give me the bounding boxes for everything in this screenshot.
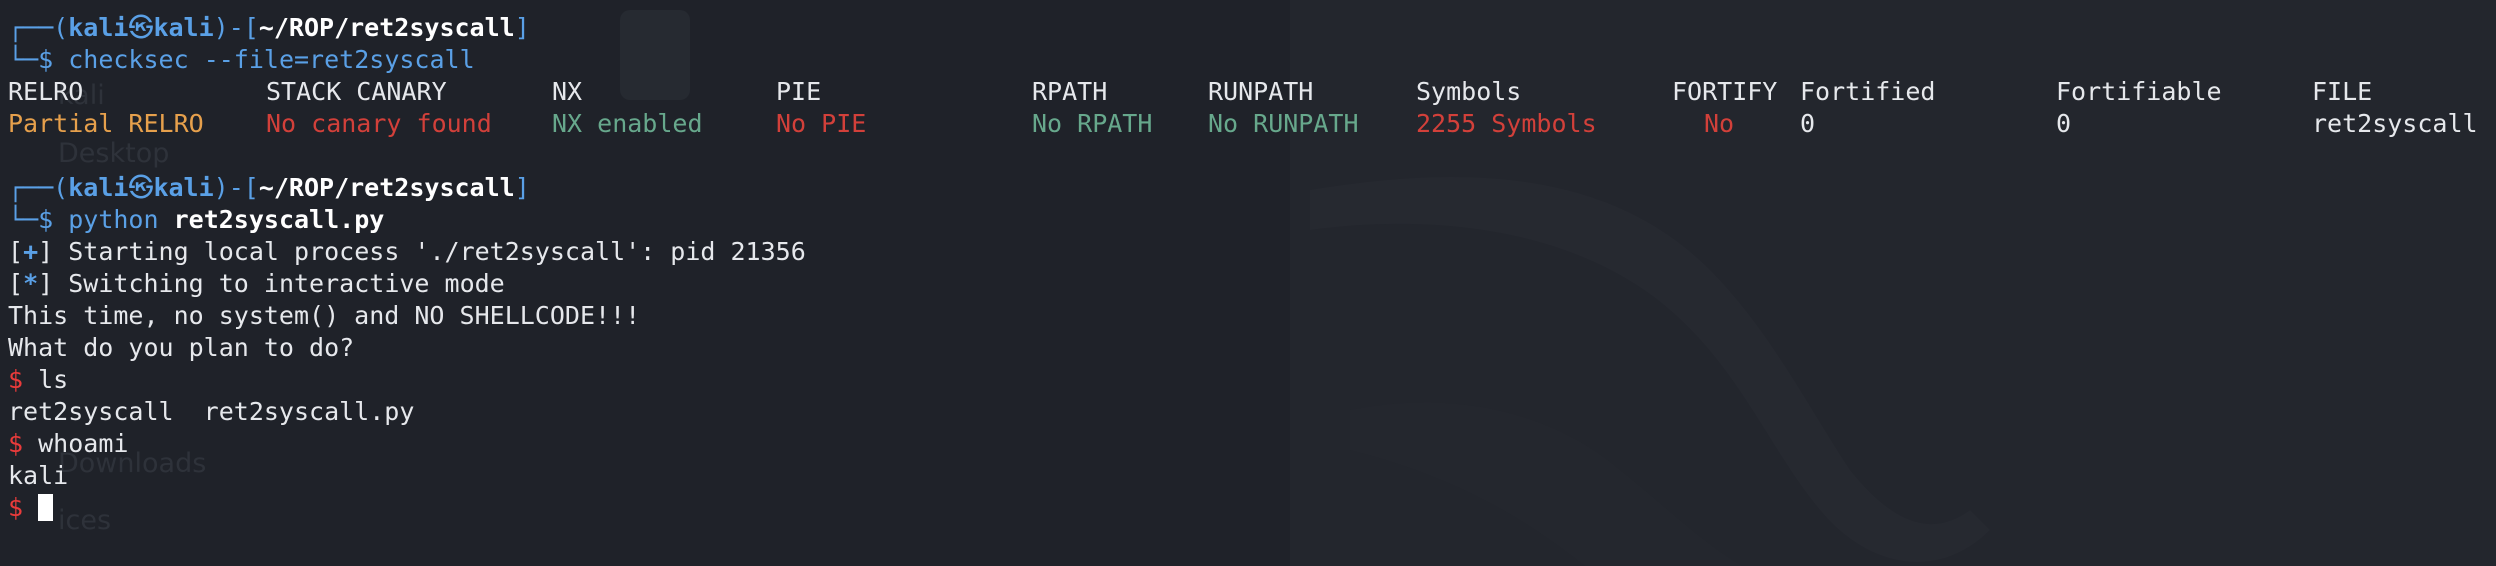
header-nx: NX: [552, 77, 583, 106]
command-line-1: └─$ checksec --file=ret2syscall: [8, 45, 475, 74]
header-file: FILE: [2312, 77, 2373, 106]
output-line-switching: [*] Switching to interactive mode: [8, 269, 505, 298]
status-tag-plus: +: [23, 237, 39, 266]
shell-command: whoami: [38, 429, 129, 458]
value-relro: Partial RELRO: [8, 109, 204, 138]
shell-command: ls: [38, 365, 69, 394]
header-symbols: Symbols: [1416, 77, 1522, 106]
value-fortify: No: [1704, 109, 1735, 138]
value-symbols: 2255 Symbols: [1416, 109, 1597, 138]
header-stack-canary: STACK CANARY: [266, 77, 447, 106]
output-line-message: This time, no system() and NO SHELLCODE!…: [8, 301, 641, 330]
prompt-line-1: ┌──(kali㉿kali)-[~/ROP/ret2syscall]: [8, 13, 530, 42]
value-fortified: 0: [1800, 109, 1816, 138]
command-args: --file=ret2syscall: [203, 45, 475, 74]
prompt-host: kali: [153, 13, 214, 42]
shell-prompt: $: [8, 429, 24, 458]
header-runpath: RUNPATH: [1208, 77, 1314, 106]
output-text: Switching to interactive mode: [53, 269, 505, 298]
command-name: python: [68, 205, 159, 234]
terminal-screen[interactable]: ┌──(kali㉿kali)-[~/ROP/ret2syscall] └─$ c…: [8, 12, 2496, 524]
shell-prompt: $: [8, 493, 24, 522]
prompt-user: kali: [68, 13, 129, 42]
header-relro: RELRO: [8, 77, 84, 106]
prompt-path: ~/ROP/ret2syscall: [258, 13, 515, 42]
header-fortify: FORTIFY: [1672, 77, 1778, 106]
value-nx: NX enabled: [552, 109, 703, 138]
prompt-user: kali: [68, 173, 129, 202]
output-line-question: What do you plan to do?: [8, 333, 355, 362]
value-pie: No PIE: [776, 109, 867, 138]
output-line-starting: [+] Starting local process './ret2syscal…: [8, 237, 806, 266]
header-fortifiable: Fortifiable: [2056, 77, 2222, 106]
header-pie: PIE: [776, 77, 822, 106]
header-rpath: RPATH: [1032, 77, 1108, 106]
command-name: checksec: [68, 45, 189, 74]
command-args: ret2syscall.py: [173, 205, 385, 234]
value-rpath: No RPATH: [1032, 109, 1153, 138]
shell-line-whoami: $ whoami: [8, 428, 2496, 460]
output-text: Starting local process './ret2syscall': …: [53, 237, 806, 266]
header-fortified: Fortified: [1800, 77, 1936, 106]
command-line-2: └─$ python ret2syscall.py: [8, 205, 385, 234]
value-stack-canary: No canary found: [266, 109, 492, 138]
text-cursor[interactable]: [38, 494, 54, 521]
prompt-line-2: ┌──(kali㉿kali)-[~/ROP/ret2syscall]: [8, 173, 530, 202]
prompt-host: kali: [153, 173, 214, 202]
checksec-header-row: RELRO STACK CANARY NX PIE RPATH RUNPATH …: [8, 76, 2496, 108]
status-tag-star: *: [23, 269, 39, 298]
shell-line-active[interactable]: $: [8, 492, 2496, 524]
value-file: ret2syscall: [2312, 109, 2478, 138]
checksec-value-row: Partial RELRO No canary found NX enabled…: [8, 108, 2496, 140]
value-runpath: No RUNPATH: [1208, 109, 1359, 138]
prompt-path: ~/ROP/ret2syscall: [258, 173, 515, 202]
shell-output-whoami: kali: [8, 461, 69, 490]
shell-output-ls: ret2syscall ret2syscall.py: [8, 397, 415, 426]
shell-line-ls: $ ls: [8, 364, 2496, 396]
terminal-window[interactable]: kali Desktop Downloads ices ┌──(kali㉿kal…: [0, 0, 2496, 566]
value-fortifiable: 0: [2056, 109, 2072, 138]
shell-prompt: $: [8, 365, 24, 394]
